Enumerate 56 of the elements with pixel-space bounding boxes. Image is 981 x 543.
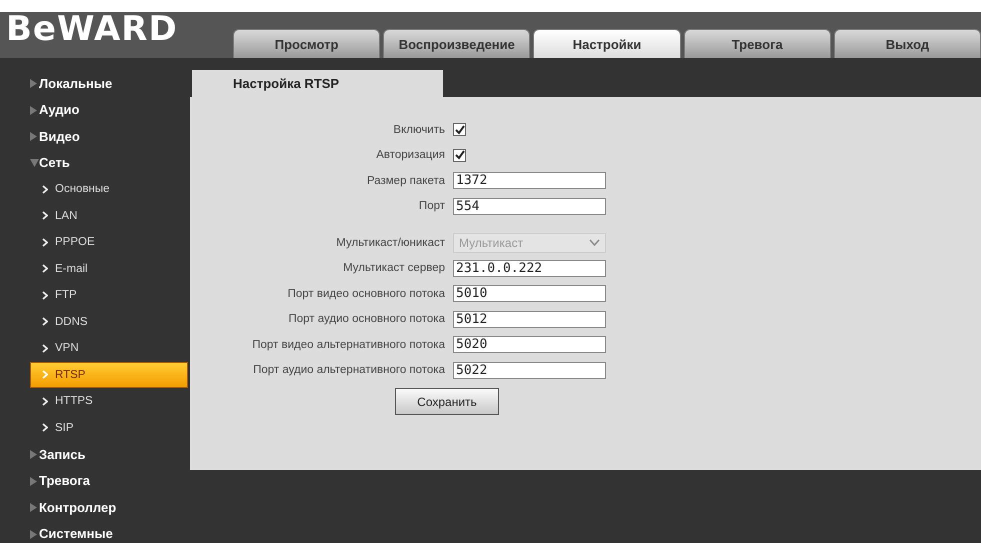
chevron-icon <box>42 290 48 300</box>
save-button[interactable]: Сохранить <box>395 388 499 415</box>
sidebar-subitem[interactable]: E-mail <box>0 256 188 282</box>
nav-tab[interactable]: Тревога <box>684 29 831 58</box>
input-field[interactable]: 5012 <box>453 310 606 328</box>
field-label: Включить <box>392 124 445 136</box>
input-field[interactable]: 5020 <box>453 336 606 354</box>
chevron-icon <box>42 370 48 380</box>
field-label: Порт аудио альтернативного потока <box>252 364 445 376</box>
sidebar-item[interactable]: Локальные <box>39 76 112 91</box>
checkbox[interactable] <box>453 123 466 136</box>
chevron-down-icon <box>589 239 600 246</box>
sidebar-subitem[interactable]: VPN <box>0 335 188 362</box>
sidebar-item[interactable]: Запись <box>39 446 86 462</box>
field-label: Размер пакета <box>366 174 445 187</box>
field-label: Порт видео альтернативного потока <box>251 338 445 351</box>
sidebar-subitem[interactable]: HTTPS <box>0 388 188 414</box>
field-label: Мультикаст/юникаст <box>335 236 445 249</box>
sidebar-subitem[interactable]: SIP <box>0 414 188 441</box>
chevron-icon <box>42 264 48 274</box>
sidebar-item[interactable]: Видео <box>39 128 80 144</box>
sidebar-subitem[interactable]: Основные <box>0 176 188 202</box>
panel-title: Настройка RTSP <box>192 70 443 97</box>
field-label: Порт видео основного потока <box>286 288 445 300</box>
sidebar-item[interactable]: Системные <box>39 526 113 542</box>
chevron-icon <box>42 423 48 432</box>
chevron-icon <box>42 317 48 326</box>
chevron-icon <box>42 184 48 194</box>
chevron-icon <box>42 238 48 247</box>
field-label: Мультикаст сервер <box>342 262 445 274</box>
field-label: Порт <box>418 200 445 212</box>
sidebar-item[interactable]: Тревога <box>39 473 90 488</box>
nav-tab[interactable]: Выход <box>834 29 981 58</box>
input-field[interactable]: 5010 <box>453 285 606 302</box>
nav-tab[interactable]: Настройки <box>533 29 681 58</box>
input-field[interactable]: 5022 <box>453 362 606 379</box>
chevron-icon <box>42 211 48 220</box>
input-field[interactable]: 1372 <box>453 172 606 190</box>
input-field[interactable]: 231.0.0.222 <box>453 260 606 277</box>
sidebar-subitem[interactable]: FTP <box>0 282 188 308</box>
input-field[interactable]: 554 <box>453 198 606 215</box>
sidebar-subitem[interactable]: PPPOE <box>0 229 188 256</box>
logo: BeWARD <box>5 12 179 46</box>
field-label: Авторизация <box>375 149 445 162</box>
sidebar-item[interactable]: Сеть <box>39 155 70 170</box>
nav-tab[interactable]: Просмотр <box>233 29 380 58</box>
checkbox[interactable] <box>453 148 466 162</box>
chevron-icon <box>42 396 48 406</box>
nav-tab[interactable]: Воспроизведение <box>383 29 530 58</box>
sidebar-subitem[interactable]: DDNS <box>0 308 188 335</box>
sidebar-item[interactable]: Аудио <box>39 102 80 118</box>
sidebar-subitem[interactable]: LAN <box>0 202 188 229</box>
sidebar-item[interactable]: Контроллер <box>39 500 116 515</box>
sidebar-subitem[interactable]: RTSP <box>30 362 188 388</box>
chevron-icon <box>42 344 48 353</box>
field-label: Порт аудио основного потока <box>288 313 445 326</box>
